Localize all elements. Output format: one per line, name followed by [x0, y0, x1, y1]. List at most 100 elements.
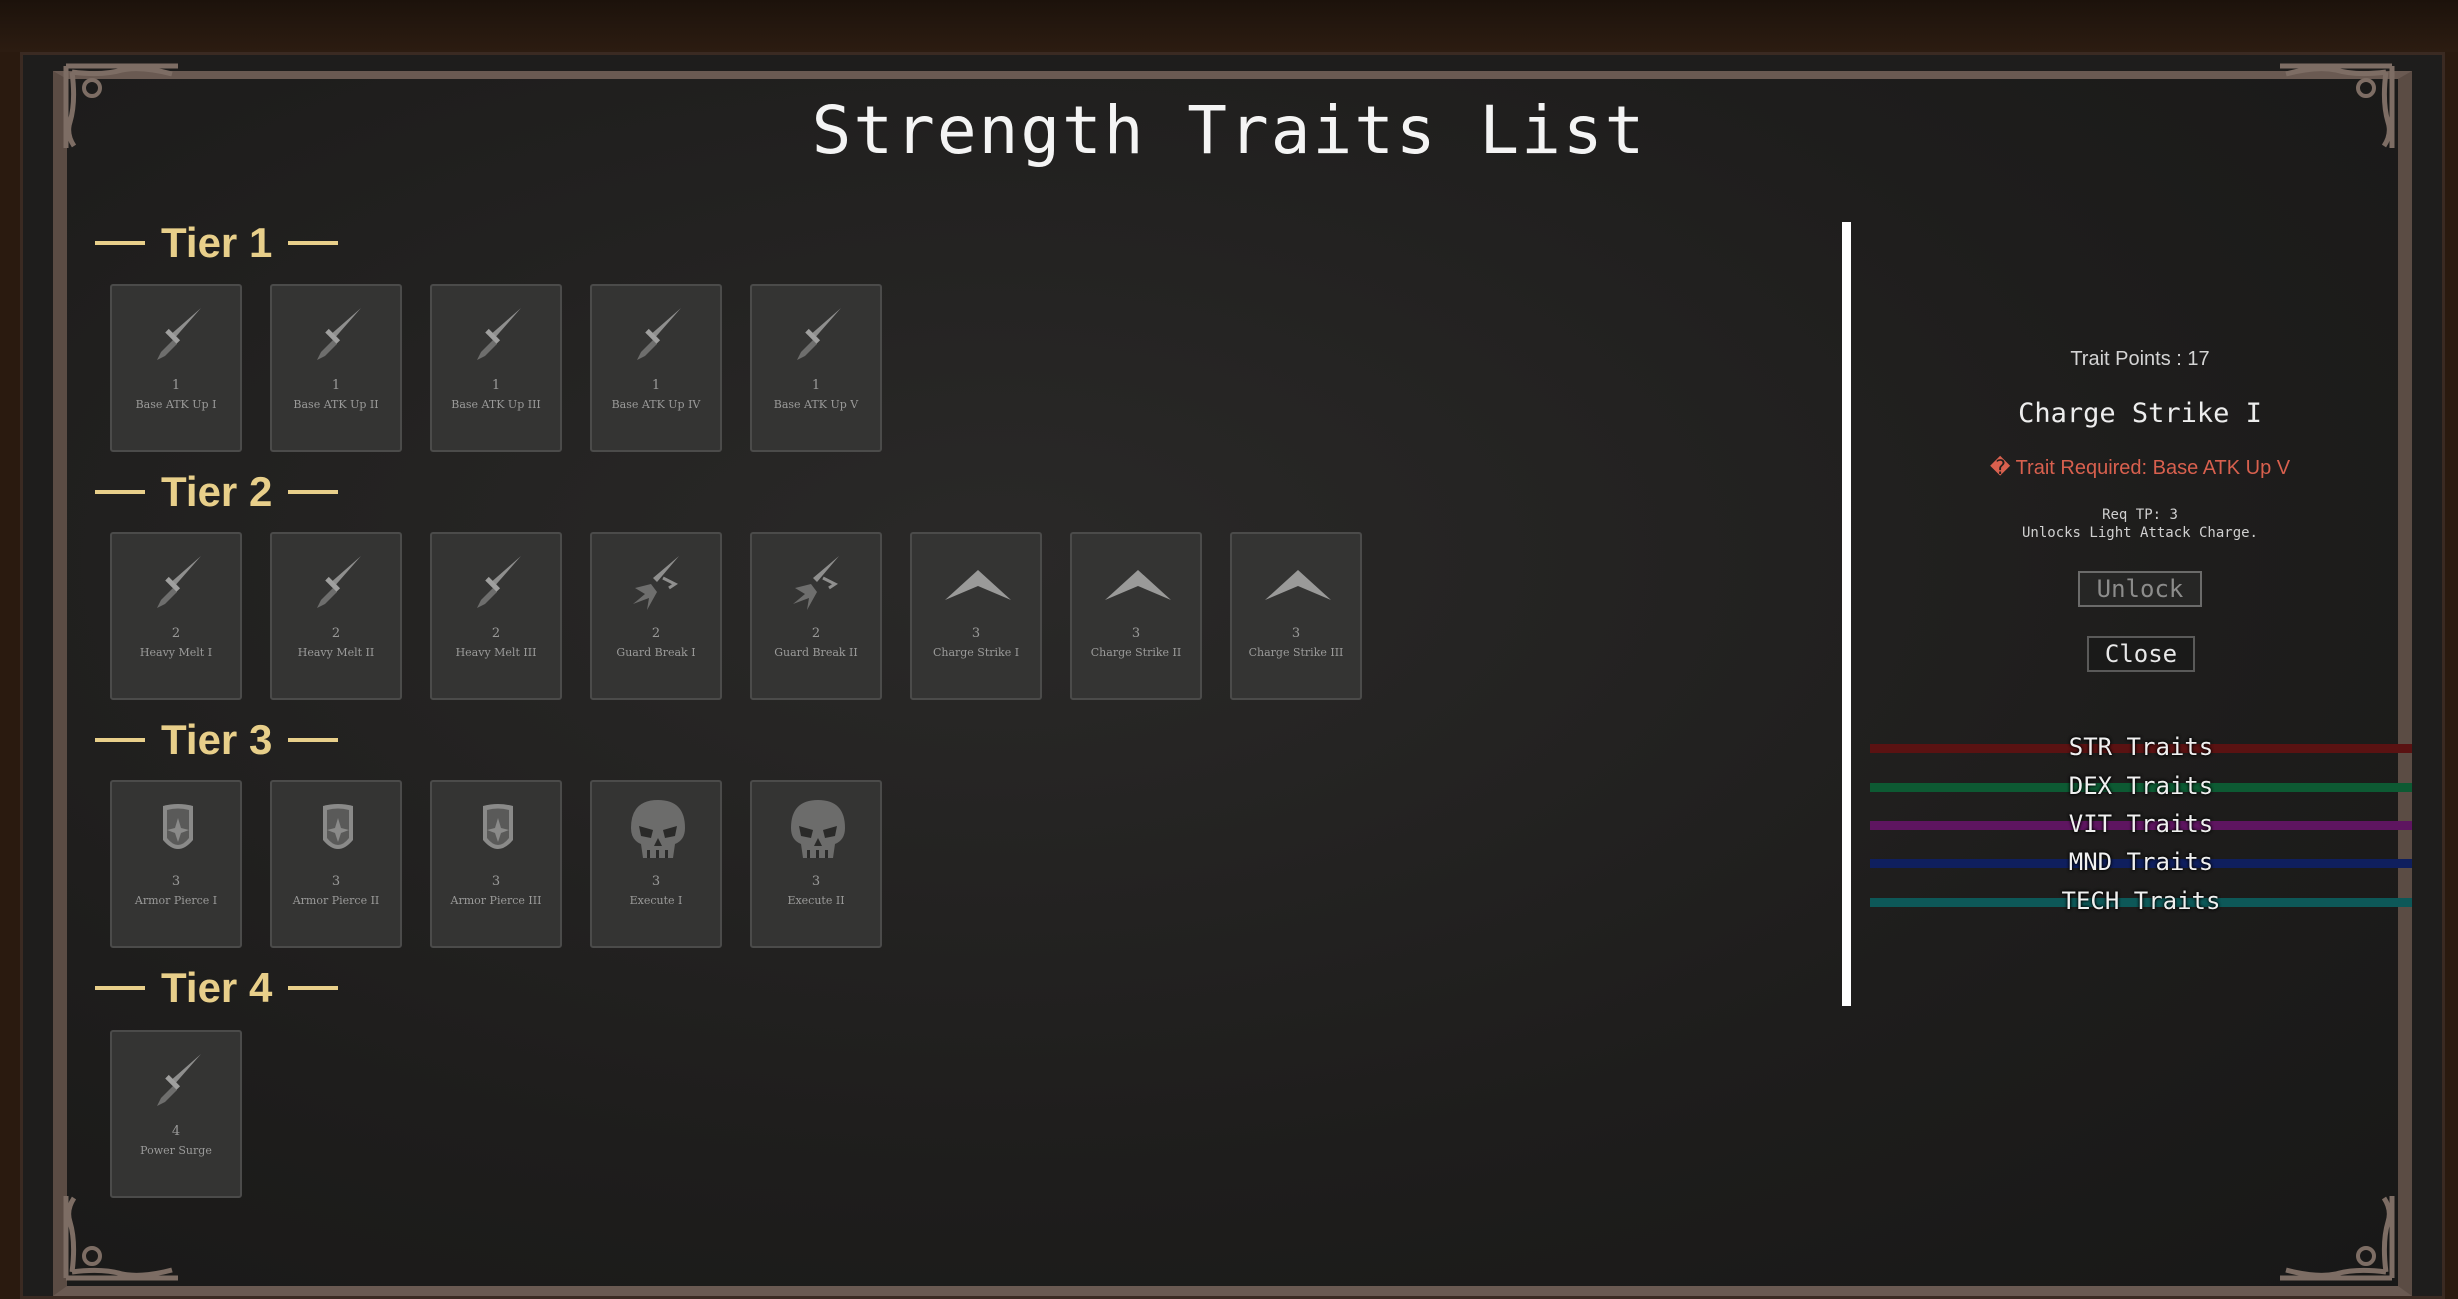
- dex-traits-tab[interactable]: DEX Traits: [1870, 769, 2412, 803]
- dagger-icon: [303, 548, 373, 618]
- trait-card[interactable]: 2 Guard Break I: [590, 532, 722, 700]
- shield-icon: [463, 796, 533, 866]
- trait-card[interactable]: 3 Armor Pierce III: [430, 780, 562, 948]
- trait-card[interactable]: 1 Base ATK Up II: [270, 284, 402, 452]
- trait-name: Base ATK Up II: [293, 398, 379, 411]
- required-tp: Req TP: 3: [2102, 507, 2178, 523]
- divider-line: [288, 986, 339, 990]
- divider-line: [288, 490, 339, 494]
- tier-3-header: Tier 3: [95, 715, 339, 765]
- selected-trait-title: Charge Strike I: [2018, 398, 2262, 429]
- trait-cost: 3: [171, 874, 181, 889]
- trait-card[interactable]: 1 Base ATK Up I: [110, 284, 242, 452]
- tier-4-header: Tier 4: [95, 963, 339, 1013]
- trait-cost: 4: [171, 1124, 181, 1139]
- dagger-icon: [143, 1046, 213, 1116]
- tier-label: Tier 3: [161, 716, 273, 763]
- broken-blade-icon: [783, 548, 853, 618]
- trait-name: Charge Strike II: [1090, 646, 1182, 659]
- chevron-up-icon: [1103, 548, 1173, 618]
- dagger-icon: [623, 300, 693, 370]
- trait-card[interactable]: 3 Charge Strike I: [910, 532, 1042, 700]
- tier-label: Tier 4: [161, 964, 273, 1011]
- trait-cost: 2: [331, 626, 341, 641]
- trait-description: Req TP: 3 Unlocks Light Attack Charge.: [1870, 506, 2410, 542]
- top-bar: [0, 0, 2458, 52]
- trait-name: Execute I: [629, 894, 683, 907]
- trait-card[interactable]: 2 Heavy Melt I: [110, 532, 242, 700]
- divider-line: [95, 241, 145, 245]
- trait-name: Base ATK Up IV: [611, 398, 701, 411]
- trait-name: Base ATK Up III: [451, 398, 541, 411]
- shield-icon: [303, 796, 373, 866]
- skull-icon: [623, 796, 693, 866]
- divider-line: [95, 490, 145, 494]
- page-title: Strength Traits List: [811, 92, 1647, 169]
- trait-name: Base ATK Up I: [135, 398, 217, 411]
- trait-name: Heavy Melt II: [297, 646, 375, 659]
- trait-cost: 3: [811, 874, 821, 889]
- dagger-icon: [783, 300, 853, 370]
- trait-cost: 1: [811, 378, 821, 393]
- trait-cost: 3: [1291, 626, 1301, 641]
- trait-name: Charge Strike I: [932, 646, 1020, 659]
- trait-name: Guard Break I: [616, 646, 696, 659]
- trait-name: Execute II: [787, 894, 845, 907]
- dagger-icon: [463, 300, 533, 370]
- trait-card[interactable]: 2 Guard Break II: [750, 532, 882, 700]
- trait-card[interactable]: 1 Base ATK Up IV: [590, 284, 722, 452]
- unlock-button[interactable]: Unlock: [2078, 571, 2202, 607]
- tier-2-header: Tier 2: [95, 467, 339, 517]
- tech-traits-tab[interactable]: TECH Traits: [1870, 884, 2412, 918]
- trait-cost: 3: [1131, 626, 1141, 641]
- trait-name: Armor Pierce I: [134, 894, 218, 907]
- trait-effect: Unlocks Light Attack Charge.: [2021, 525, 2258, 541]
- broken-blade-icon: [623, 548, 693, 618]
- tier-label: Tier 1: [161, 219, 273, 266]
- trait-cost: 2: [491, 626, 501, 641]
- trait-cost: 2: [651, 626, 661, 641]
- trait-card[interactable]: 4 Power Surge: [110, 1030, 242, 1198]
- trait-card[interactable]: 3 Execute I: [590, 780, 722, 948]
- trait-name: Power Surge: [140, 1144, 212, 1157]
- ornament-corner-bottom-right-icon: [2276, 1192, 2396, 1282]
- trait-cost: 2: [811, 626, 821, 641]
- trait-card[interactable]: 1 Base ATK Up III: [430, 284, 562, 452]
- dagger-icon: [143, 548, 213, 618]
- category-label: MND Traits: [2068, 848, 2214, 876]
- trait-cost: 1: [651, 378, 661, 393]
- vit-traits-tab[interactable]: VIT Traits: [1870, 807, 2412, 841]
- category-label: DEX Traits: [2068, 772, 2214, 800]
- trait-card[interactable]: 2 Heavy Melt III: [430, 532, 562, 700]
- trait-card[interactable]: 3 Charge Strike II: [1070, 532, 1202, 700]
- trait-cost: 3: [491, 874, 501, 889]
- category-label: VIT Traits: [2068, 810, 2214, 838]
- divider-line: [288, 241, 339, 245]
- trait-card[interactable]: 1 Base ATK Up V: [750, 284, 882, 452]
- dagger-icon: [463, 548, 533, 618]
- trait-name: Guard Break II: [774, 646, 858, 659]
- dagger-icon: [303, 300, 373, 370]
- trait-card[interactable]: 3 Armor Pierce II: [270, 780, 402, 948]
- trait-points: Trait Points : 17: [2070, 348, 2210, 370]
- str-traits-tab[interactable]: STR Traits: [1870, 730, 2412, 764]
- trait-cost: 3: [971, 626, 981, 641]
- category-label: TECH Traits: [2061, 887, 2221, 915]
- trait-card[interactable]: 2 Heavy Melt II: [270, 532, 402, 700]
- skull-icon: [783, 796, 853, 866]
- trait-cost: 1: [331, 378, 341, 393]
- close-button[interactable]: Close: [2087, 636, 2195, 672]
- trait-card[interactable]: 3 Charge Strike III: [1230, 532, 1362, 700]
- trait-name: Base ATK Up V: [773, 398, 859, 411]
- trait-cost: 3: [331, 874, 341, 889]
- divider-line: [95, 986, 145, 990]
- mnd-traits-tab[interactable]: MND Traits: [1870, 845, 2412, 879]
- trait-card[interactable]: 3 Execute II: [750, 780, 882, 948]
- trait-requirement: � Trait Required: Base ATK Up V: [1989, 457, 2291, 479]
- chevron-up-icon: [1263, 548, 1333, 618]
- trait-name: Charge Strike III: [1248, 646, 1344, 659]
- trait-cost: 1: [171, 378, 181, 393]
- trait-card[interactable]: 3 Armor Pierce I: [110, 780, 242, 948]
- trait-name: Armor Pierce III: [450, 894, 542, 907]
- panel-divider: [1842, 222, 1851, 1006]
